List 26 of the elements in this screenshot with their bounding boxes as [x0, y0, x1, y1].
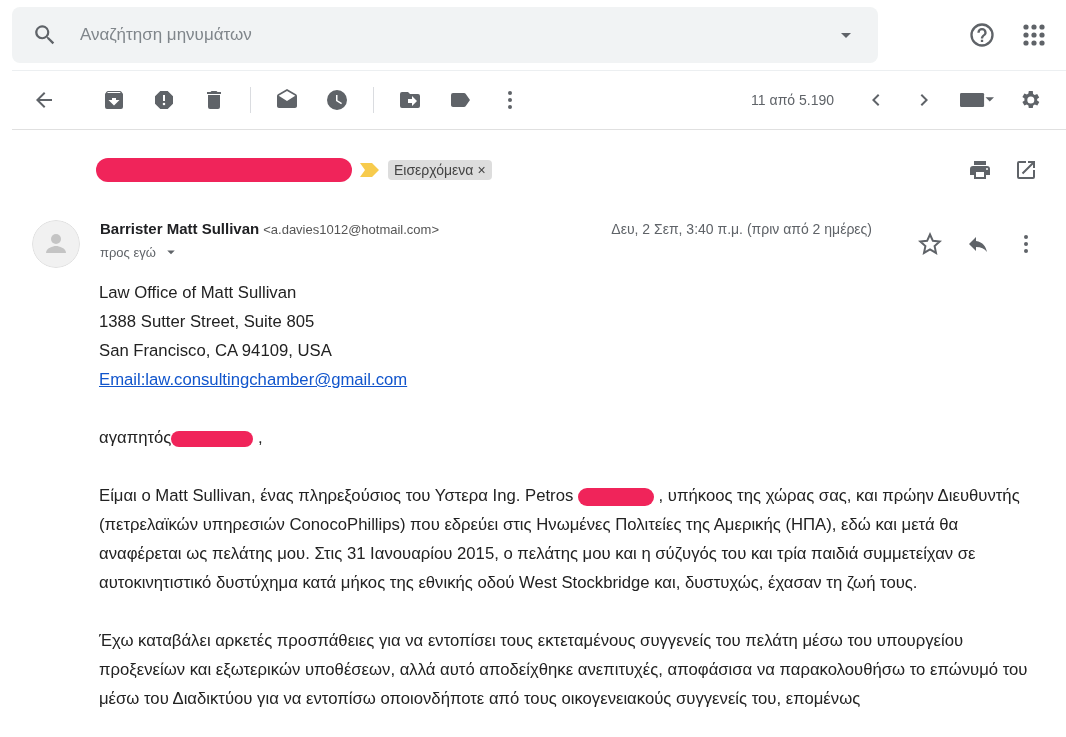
- search-bar[interactable]: Αναζήτηση μηνυμάτων: [12, 7, 878, 63]
- help-icon[interactable]: [968, 21, 996, 49]
- message-date: Δευ, 2 Σεπ, 3:40 π.μ. (πριν από 2 ημέρες): [611, 221, 872, 237]
- apps-grid-icon[interactable]: [1022, 23, 1046, 47]
- search-field[interactable]: Αναζήτηση μηνυμάτων: [78, 24, 814, 46]
- star-icon[interactable]: [918, 232, 942, 256]
- email-link[interactable]: Email:law.consultingchamber@gmail.com: [99, 370, 408, 389]
- address-line: Law Office of Matt Sullivan: [99, 283, 297, 302]
- avatar-icon: [32, 220, 80, 268]
- address-line: San Francisco, CA 94109, USA: [99, 341, 332, 360]
- importance-marker-icon: [360, 163, 380, 177]
- print-icon[interactable]: [968, 158, 992, 182]
- remove-label-button[interactable]: ×: [477, 162, 486, 178]
- greeting-text: αγαπητός ,: [99, 428, 263, 447]
- paragraph-text: Έχω καταβάλει αρκετές προσπάθειες για να εντοπίσει τους εκτεταμένους συγγενείς του πελάτη μέσω του υπουργείου προξενείων και εξωτερικών υποθέσεων, αλλά αυτό αποδείχθηκε ανεπιτυχές, αποφάσισα να παρακολουθήσω το επώνυμό του μέσω του Διαδικτύου για να εντοπίσω οποιονδήποτε από τους οικογενειακούς συγγενείς του, επομένως: [99, 630, 1029, 710]
- sender-email: <a.davies1012@hotmail.com>: [263, 222, 440, 237]
- recipient-text: προς εγώ: [100, 244, 156, 260]
- archive-icon[interactable]: [102, 88, 126, 112]
- message-counter: 11 από 5.190: [751, 92, 834, 108]
- address-line: 1388 Sutter Street, Suite 805: [99, 312, 315, 331]
- clock-icon[interactable]: [325, 88, 349, 112]
- report-spam-icon[interactable]: [152, 88, 176, 112]
- sender-name: Barrister Matt Sullivan: [100, 220, 260, 237]
- open-in-new-window-icon[interactable]: [1014, 158, 1038, 182]
- paragraph-text: Είμαι ο Matt Sullivan, ένας πληρεξούσιος του Υστερα Ing. Petros , υπήκοος της χώρας σας, και πρώην Διευθυντής (πετρελαϊκών υπηρεσιών ConocoPhillips) που εδρεύει στις Ηνωμένες Πολιτείες της Αμερικής (ΗΠΑ), εδώ και μετά θα αναφέρεται ως πελάτης μου. Στις 31 Ιανουαρίου 2015, ο πελάτης μου και η σύζυγός του και τρία παιδιά συμμετείχαν σε αυτοκινητιστικό δυστύχημα κατά μήκος της εθνικής οδού West Stockbridge και, δυστυχώς, έχασαν τη ζωή τους.: [99, 485, 1021, 594]
- inbox-label[interactable]: Εισερχόμενα ×: [388, 160, 492, 180]
